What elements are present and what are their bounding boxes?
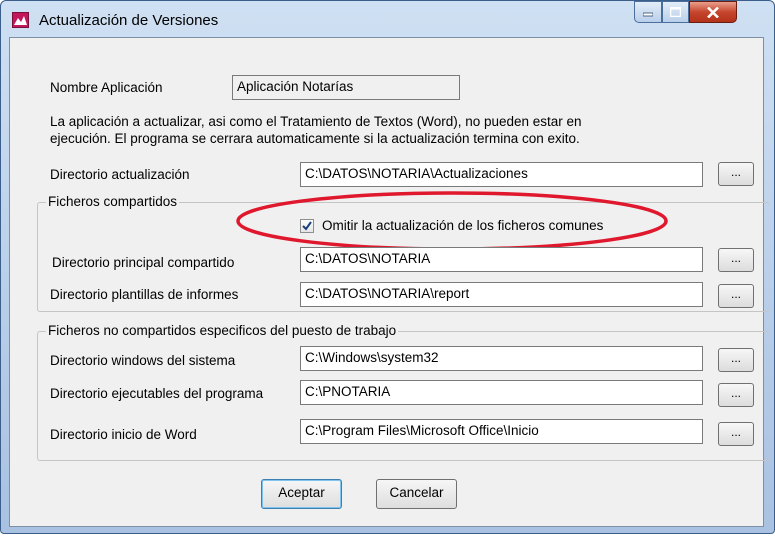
notice-line-1: La aplicación a actualizar, asi como el … xyxy=(50,114,582,129)
minimize-icon xyxy=(635,2,661,22)
templates-dir-browse-button[interactable]: ... xyxy=(718,284,754,308)
dialog-body: Nombre Aplicación Aplicación Notarías La… xyxy=(9,37,770,527)
window-title: Actualización de Versiones xyxy=(39,12,219,29)
accept-button[interactable]: Aceptar xyxy=(261,479,342,509)
word-dir-label: Directorio inicio de Word xyxy=(50,427,197,442)
windows-dir-browse-button[interactable]: ... xyxy=(718,348,754,372)
minimize-button[interactable] xyxy=(634,1,662,23)
skip-common-label[interactable]: Omitir la actualización de los ficheros … xyxy=(322,218,603,233)
windows-dir-input[interactable]: C:\Windows\system32 xyxy=(300,346,703,371)
maximize-icon xyxy=(663,2,688,22)
skip-common-checkbox[interactable] xyxy=(300,219,314,233)
exe-dir-browse-button[interactable]: ... xyxy=(718,383,754,407)
title-bar[interactable]: Actualización de Versiones xyxy=(1,1,774,37)
shared-main-dir-input[interactable]: C:\DATOS\NOTARIA xyxy=(300,247,703,272)
update-dir-label: Directorio actualización xyxy=(50,167,190,182)
shared-main-dir-label: Directorio principal compartido xyxy=(52,255,235,270)
maximize-button[interactable] xyxy=(662,1,689,23)
update-dir-browse-button[interactable]: ... xyxy=(718,162,754,186)
word-dir-browse-button[interactable]: ... xyxy=(718,422,754,446)
local-files-title: Ficheros no compartidos especificos del … xyxy=(46,323,399,338)
close-button[interactable] xyxy=(689,1,737,23)
shared-files-title: Ficheros compartidos xyxy=(46,194,180,209)
shared-main-dir-browse-button[interactable]: ... xyxy=(718,248,754,272)
exe-dir-input[interactable]: C:\PNOTARIA xyxy=(300,380,703,405)
app-name-field: Aplicación Notarías xyxy=(232,75,460,100)
update-dir-input[interactable]: C:\DATOS\NOTARIA\Actualizaciones xyxy=(300,162,703,187)
templates-dir-input[interactable]: C:\DATOS\NOTARIA\report xyxy=(300,282,703,307)
word-dir-input[interactable]: C:\Program Files\Microsoft Office\Inicio xyxy=(300,419,703,444)
templates-dir-label: Directorio plantillas de informes xyxy=(50,287,239,302)
cancel-button[interactable]: Cancelar xyxy=(376,479,457,509)
notice-line-2: ejecución. El programa se cerrara automa… xyxy=(50,131,580,146)
close-icon xyxy=(690,2,736,22)
app-name-label: Nombre Aplicación xyxy=(50,80,163,95)
dialog-window: Actualización de Versiones Nombre Aplica… xyxy=(0,0,775,534)
checkmark-icon xyxy=(302,221,312,231)
app-icon xyxy=(12,12,29,28)
exe-dir-label: Directorio ejecutables del programa xyxy=(50,386,264,401)
windows-dir-label: Directorio windows del sistema xyxy=(50,353,236,368)
